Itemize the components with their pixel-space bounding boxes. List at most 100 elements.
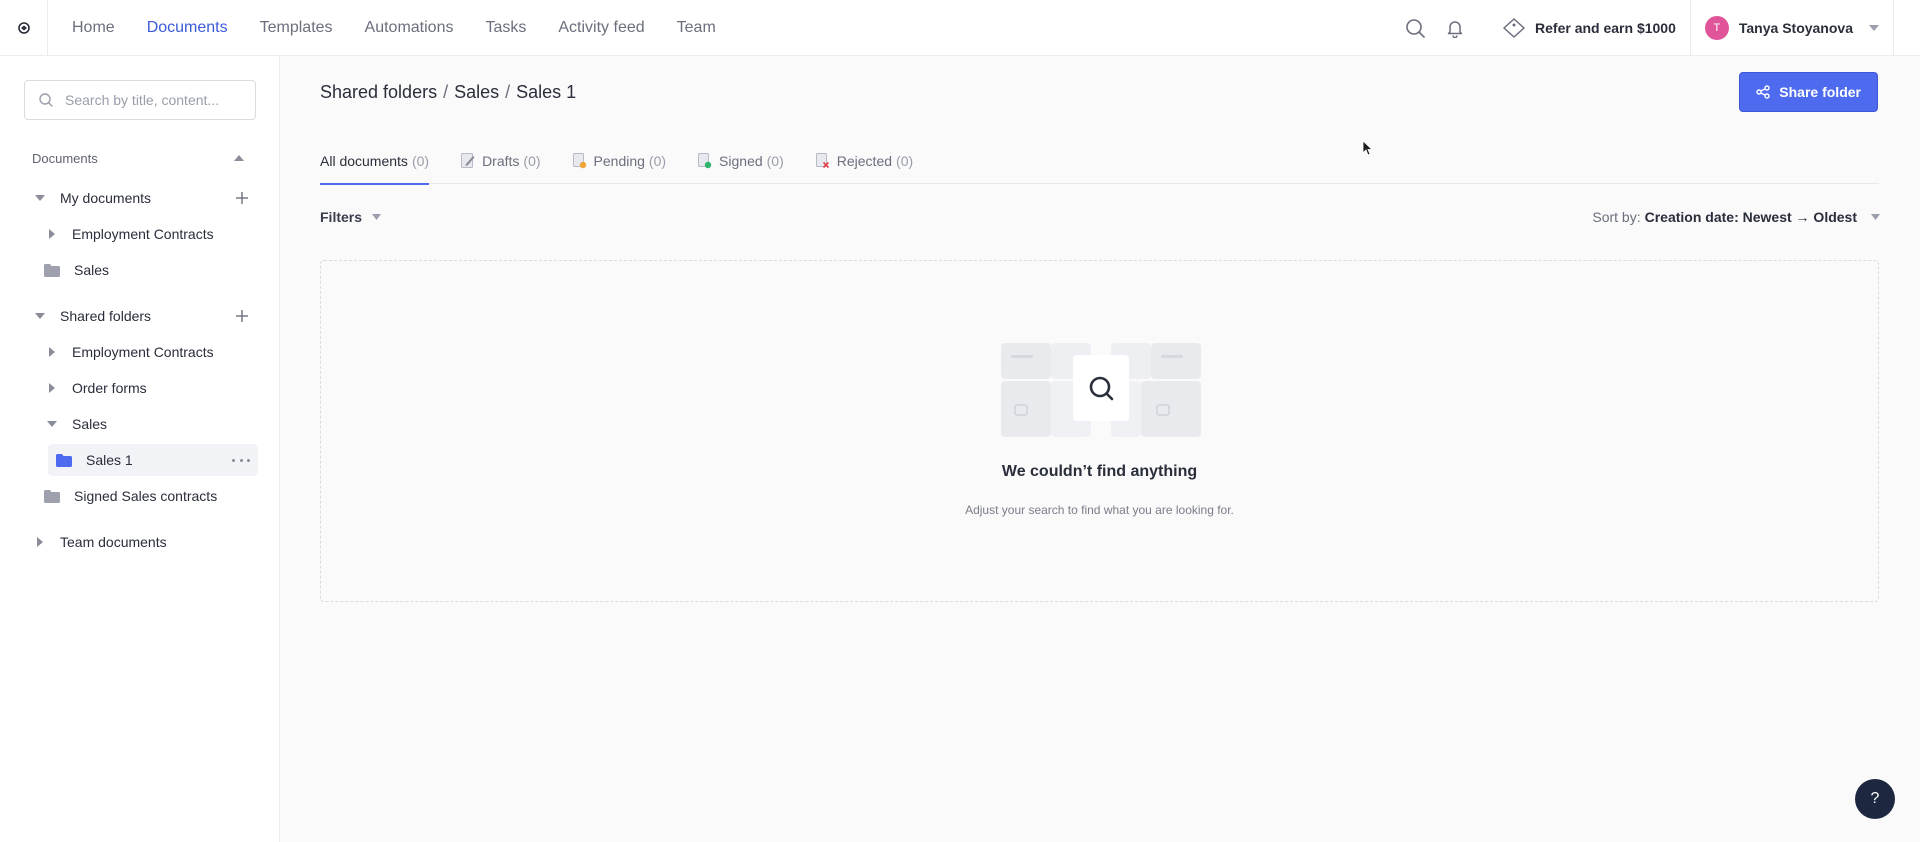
tab-count: (0)	[896, 152, 914, 169]
tree-item-signed-sales-contracts[interactable]: Signed Sales contracts	[24, 480, 258, 512]
sort-label: Sort by:	[1592, 209, 1641, 225]
nav-activity-feed[interactable]: Activity feed	[558, 0, 644, 56]
breadcrumb-shared-folders[interactable]: Shared folders	[320, 82, 437, 103]
chevron-down-icon	[1869, 25, 1879, 31]
top-navigation-bar: Home Documents Templates Automations Tas…	[0, 0, 1920, 56]
tree-item-label: Order forms	[72, 380, 147, 396]
tree-item-employment-contracts[interactable]: Employment Contracts	[24, 218, 258, 250]
app-logo[interactable]	[0, 0, 48, 56]
empty-state-title: We couldn’t find anything	[1001, 463, 1198, 480]
tab-label: Signed	[719, 152, 763, 169]
nav-documents[interactable]: Documents	[147, 0, 228, 56]
nav-automations[interactable]: Automations	[365, 0, 454, 56]
tab-signed[interactable]: Signed (0)	[698, 140, 784, 184]
ticket-icon	[1503, 18, 1525, 38]
breadcrumb-sales[interactable]: Sales	[454, 82, 499, 103]
folder-icon	[44, 263, 60, 277]
main-nav: Home Documents Templates Automations Tas…	[72, 0, 748, 56]
tab-pending[interactable]: Pending (0)	[572, 140, 667, 184]
caret-down-icon[interactable]	[32, 308, 48, 324]
documents-section-header[interactable]: Documents	[32, 142, 250, 174]
breadcrumb-sales-1: Sales 1	[516, 82, 577, 102]
caret-right-icon[interactable]	[44, 380, 60, 396]
caret-right-icon[interactable]	[44, 226, 60, 242]
filters-label: Filters	[320, 209, 363, 225]
right-strip	[1894, 0, 1920, 56]
add-folder-icon[interactable]	[234, 308, 250, 324]
draft-icon	[461, 152, 475, 169]
tab-label: All documents	[320, 152, 408, 169]
empty-state: We couldn’t find anything Adjust your se…	[320, 260, 1879, 602]
sort-value: Creation date: Newest → Oldest	[1644, 209, 1857, 225]
empty-search-illustration	[991, 341, 1211, 441]
caret-right-icon[interactable]	[32, 534, 48, 550]
tab-all-documents[interactable]: All documents (0)	[320, 140, 430, 185]
sort-dropdown[interactable]: Sort by: Creation date: Newest → Oldest	[1592, 209, 1880, 225]
caret-down-icon[interactable]	[44, 416, 60, 432]
tree-item-label: Sales	[74, 262, 110, 278]
tree-item-label: Employment Contracts	[72, 226, 214, 242]
tree-item-label: Team documents	[60, 534, 167, 550]
tab-count: (0)	[411, 152, 430, 169]
nav-tasks[interactable]: Tasks	[485, 0, 526, 56]
tree-item-sales-1[interactable]: Sales 1	[48, 444, 258, 476]
share-folder-label: Share folder	[1779, 84, 1861, 100]
chevron-up-icon	[234, 155, 244, 161]
tree-item-shared-sales[interactable]: Sales	[24, 408, 258, 440]
document-status-tabs: All documents (0) Drafts (0) Pending (0)…	[320, 140, 1879, 185]
empty-state-subtitle: Adjust your search to find what you are …	[965, 503, 1234, 517]
logo-icon	[17, 21, 30, 34]
tree-item-my-documents[interactable]: My documents	[24, 182, 258, 214]
more-options-icon[interactable]	[232, 452, 250, 468]
tree-item-shared-folders[interactable]: Shared folders	[24, 300, 258, 332]
chevron-down-icon	[1871, 214, 1880, 220]
user-name: Tanya Stoyanova	[1738, 20, 1853, 36]
help-button[interactable]: ?	[1855, 779, 1895, 819]
tree-item-label: Shared folders	[60, 308, 152, 324]
tab-rejected[interactable]: Rejected (0)	[815, 140, 914, 184]
nav-home[interactable]: Home	[72, 0, 115, 56]
share-icon	[1756, 85, 1770, 99]
refer-label: Refer and earn $1000	[1535, 20, 1676, 36]
tree-item-sales[interactable]: Sales	[24, 254, 258, 286]
tree-item-order-forms[interactable]: Order forms	[24, 372, 258, 404]
tree-item-label: Sales 1	[86, 452, 133, 468]
tree-item-shared-employment-contracts[interactable]: Employment Contracts	[24, 336, 258, 368]
search-icon[interactable]	[1403, 16, 1427, 40]
nav-team[interactable]: Team	[677, 0, 716, 56]
tab-drafts[interactable]: Drafts (0)	[461, 140, 541, 184]
breadcrumb: Shared folders / Sales / Sales 1	[320, 82, 576, 103]
tab-count: (0)	[648, 152, 667, 169]
nav-templates[interactable]: Templates	[260, 0, 333, 56]
avatar: T	[1704, 16, 1729, 40]
top-right-controls: Refer and earn $1000 T Tanya Stoyanova	[1403, 0, 1920, 56]
tab-count: (0)	[766, 152, 784, 169]
sidebar-search[interactable]	[24, 80, 256, 120]
add-folder-icon[interactable]	[234, 190, 250, 206]
bell-icon[interactable]	[1443, 16, 1467, 40]
tab-label: Rejected	[836, 152, 893, 169]
section-label: Documents	[32, 150, 98, 166]
breadcrumb-separator: /	[443, 82, 449, 102]
tree-item-label: Employment Contracts	[72, 344, 214, 360]
pending-icon	[572, 152, 587, 169]
chevron-down-icon	[372, 214, 382, 220]
search-input[interactable]	[65, 92, 245, 108]
caret-down-icon[interactable]	[32, 190, 48, 206]
search-icon	[39, 93, 53, 107]
caret-right-icon[interactable]	[44, 344, 60, 360]
tab-label: Pending	[593, 152, 645, 169]
share-folder-button[interactable]: Share folder	[1739, 72, 1878, 112]
refer-and-earn-link[interactable]: Refer and earn $1000	[1503, 18, 1676, 38]
user-menu[interactable]: T Tanya Stoyanova	[1691, 0, 1893, 56]
sidebar: Documents My documents Employment Contra…	[0, 56, 280, 842]
tree-item-team-documents[interactable]: Team documents	[24, 526, 258, 558]
rejected-icon	[815, 152, 830, 169]
filters-dropdown[interactable]: Filters	[320, 209, 382, 225]
breadcrumb-separator: /	[505, 82, 511, 102]
signed-icon	[698, 152, 712, 169]
tab-count: (0)	[523, 152, 541, 169]
folder-icon	[44, 489, 60, 503]
main-content: Shared folders / Sales / Sales 1 Share f…	[281, 56, 1920, 842]
tree-item-label: Sales	[72, 416, 108, 432]
